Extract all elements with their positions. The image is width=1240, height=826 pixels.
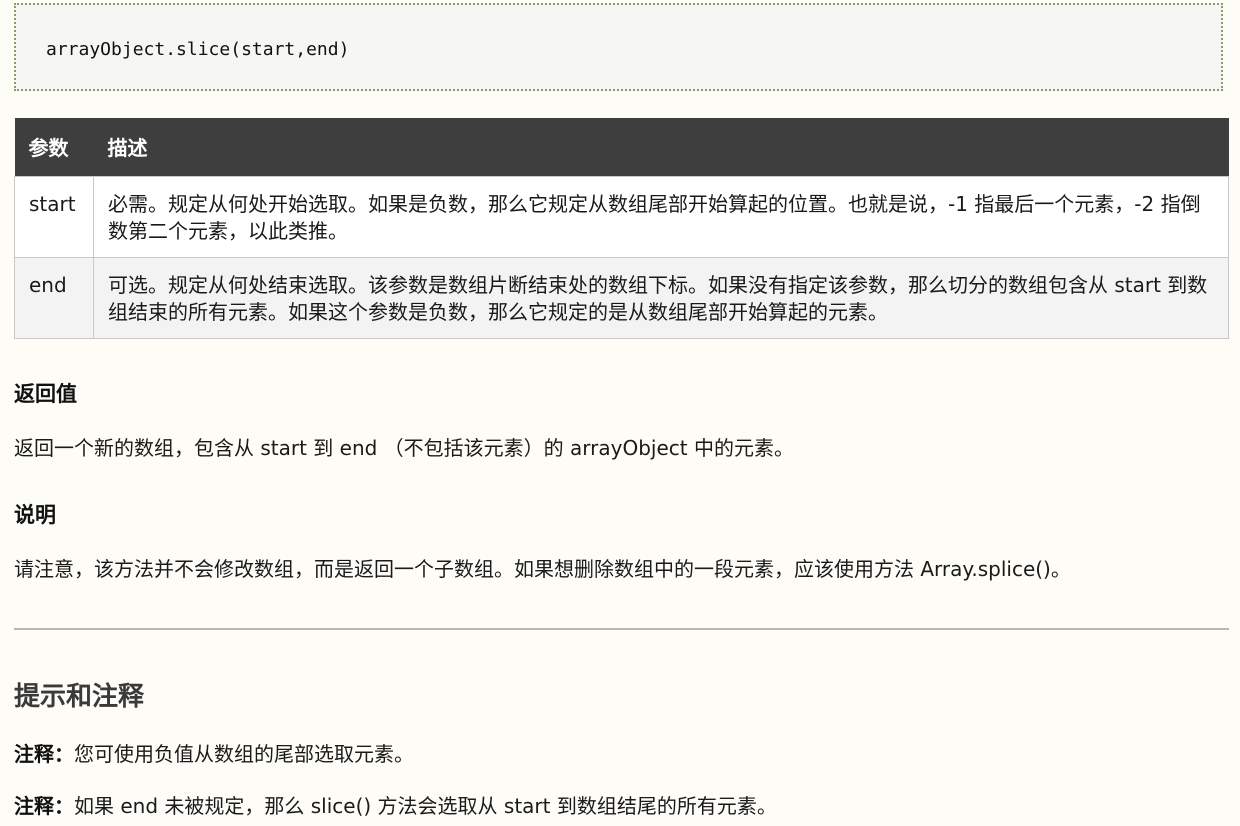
description-heading: 说明 [14,503,56,527]
param-description: 可选。规定从何处结束选取。该参数是数组片断结束处的数组下标。如果没有指定该参数，… [93,256,1229,339]
note-item: 注释：如果 end 未被规定，那么 slice() 方法会选取从 start 到… [14,790,777,819]
param-description: 必需。规定从何处开始选取。如果是负数，那么它规定从数组尾部开始算起的位置。也就是… [93,175,1229,258]
param-name: start [14,175,94,258]
code-example-box: arrayObject.slice(start,end) [14,3,1223,91]
note-text: 您可使用负值从数组的尾部选取元素。 [74,742,414,766]
return-value-text: 返回一个新的数组，包含从 start 到 end （不包括该元素）的 array… [14,436,794,460]
parameters-table: 参数 描述 start 必需。规定从何处开始选取。如果是负数，那么它规定从数组尾… [14,118,1229,339]
tips-heading: 提示和注释 [14,682,145,712]
table-header-row: 参数 描述 [14,118,1229,176]
note-item: 注释：您可使用负值从数组的尾部选取元素。 [14,738,414,767]
description-text: 请注意，该方法并不会修改数组，而是返回一个子数组。如果想删除数组中的一段元素，应… [14,557,1071,581]
note-label: 注释： [14,742,74,766]
header-description: 描述 [93,118,1229,176]
table-row: end 可选。规定从何处结束选取。该参数是数组片断结束处的数组下标。如果没有指定… [14,256,1229,339]
note-text: 如果 end 未被规定，那么 slice() 方法会选取从 start 到数组结… [74,794,777,818]
table-row: start 必需。规定从何处开始选取。如果是负数，那么它规定从数组尾部开始算起的… [14,175,1229,258]
code-syntax: arrayObject.slice(start,end) [46,39,350,60]
section-divider [14,628,1229,630]
note-label: 注释： [14,794,74,818]
param-name: end [14,256,94,339]
header-param: 参数 [14,118,94,176]
return-value-heading: 返回值 [14,382,77,406]
